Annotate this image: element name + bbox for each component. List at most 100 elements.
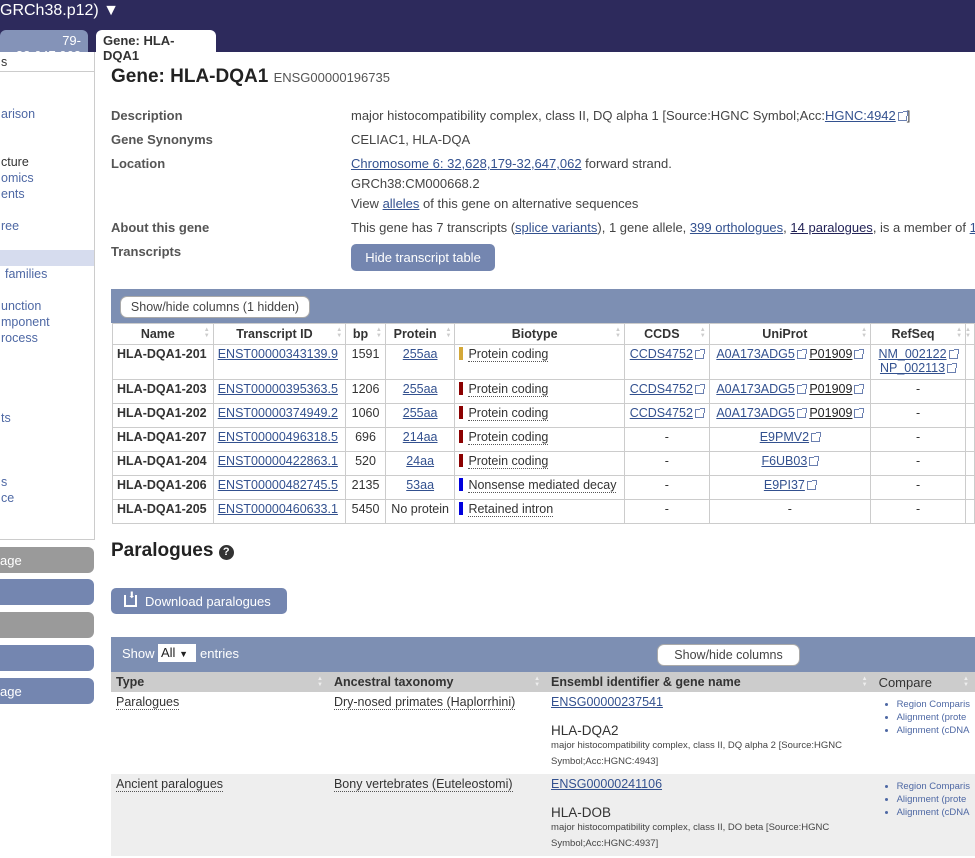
tab-location[interactable]: 79-32,647,062 (0, 30, 88, 63)
biotype-color-bar (459, 406, 464, 419)
transcript-id-link[interactable]: ENST00000343139.9 (218, 347, 338, 361)
transcript-name: HLA-DQA1-202 (112, 403, 214, 428)
transcript-id-link[interactable]: ENST00000496318.5 (218, 430, 338, 444)
show-hide-columns-button[interactable]: Show/hide columns (1 hidden) (120, 296, 310, 318)
refseq-link[interactable]: NP_002113 (880, 361, 945, 375)
sidebar-item[interactable]: rocess (1, 331, 38, 345)
alleles-link[interactable]: alleles (383, 196, 420, 211)
transcript-id-link[interactable]: ENST00000395363.5 (218, 382, 338, 396)
column-header[interactable]: Compare (873, 672, 975, 692)
compare-link[interactable]: Region Comparis (897, 780, 970, 793)
column-header[interactable]: Transcript ID (212, 323, 347, 345)
compare-link[interactable]: Region Comparis (897, 698, 970, 711)
sidebar-item[interactable]: ree (1, 219, 19, 233)
gene-id-link[interactable]: ENSG00000241106 (551, 777, 662, 791)
protein-cell: 255aa (384, 344, 456, 380)
protein-link[interactable]: 53aa (406, 478, 434, 492)
sidebar-button[interactable]: age (0, 678, 94, 704)
column-header[interactable]: Biotype (454, 323, 625, 345)
protein-link[interactable]: 255aa (403, 406, 438, 420)
transcript-id-link[interactable]: ENST00000374949.2 (218, 406, 338, 420)
about-text: This gene has 7 transcripts ( (351, 220, 516, 235)
transcript-id-link[interactable]: ENST00000460633.1 (218, 502, 338, 516)
column-header[interactable]: Ensembl identifier & gene name (546, 672, 874, 692)
clipped-cell (965, 403, 975, 428)
gene-id-link[interactable]: ENSG00000237541 (551, 695, 663, 709)
transcript-id-link[interactable]: ENST00000422863.1 (218, 454, 338, 468)
sidebar-button[interactable] (0, 579, 94, 605)
column-header[interactable]: Type (111, 672, 329, 692)
protein-link[interactable]: 255aa (403, 347, 438, 361)
splice-variants-link[interactable]: splice variants (515, 220, 597, 235)
transcript-id-link[interactable]: ENST00000482745.5 (218, 478, 338, 492)
empty-value: - (915, 454, 921, 468)
location-link[interactable]: Chromosome 6: 32,628,179-32,647,062 (351, 156, 582, 171)
orthologues-link[interactable]: 399 orthologues (690, 220, 783, 235)
refseq-link[interactable]: NM_002122 (878, 347, 946, 361)
species-selector[interactable]: GRCh38.p12) ▼ (0, 2, 119, 20)
uniprot-link[interactable]: E9PMV2 (760, 430, 809, 444)
biotype-cell: Protein coding (454, 379, 625, 404)
protein-cell: No protein (384, 499, 456, 524)
sidebar-item[interactable]: arison (1, 107, 35, 121)
compare-link[interactable]: Alignment (prote (897, 793, 970, 806)
uniprot-link[interactable]: A0A173ADG5 (716, 382, 795, 396)
compare-link[interactable]: Alignment (cDNA (897, 806, 970, 819)
uniprot-link[interactable]: P01909 (809, 347, 852, 361)
ccds-link[interactable]: CCDS4752 (630, 347, 693, 361)
column-header[interactable]: Ancestral taxonomy (328, 672, 547, 692)
sidebar-item[interactable]: ce (1, 491, 14, 505)
type-label: Paralogues (116, 695, 180, 710)
sidebar-item[interactable]: s (1, 475, 7, 489)
uniprot-link[interactable]: A0A173ADG5 (716, 347, 795, 361)
uniprot-link[interactable]: E9PI37 (764, 478, 805, 492)
about-text: ), 1 gene allele, (597, 220, 690, 235)
compare-link[interactable]: Alignment (cDNA (897, 724, 970, 737)
sidebar-item[interactable]: omics (1, 171, 34, 185)
empty-value: - (915, 382, 921, 396)
sidebar-item[interactable]: ts (1, 411, 11, 425)
help-icon[interactable]: ? (218, 545, 234, 560)
uniprot-link[interactable]: P01909 (809, 406, 852, 420)
sidebar-button[interactable] (0, 645, 94, 671)
sidebar-item[interactable]: ents (1, 187, 25, 201)
clipped-cell (965, 499, 975, 524)
uniprot-link[interactable]: A0A173ADG5 (716, 406, 795, 420)
sidebar-selected-row[interactable] (0, 250, 94, 266)
biotype-color-bar (459, 502, 464, 515)
paralogues-link[interactable]: 14 paralogues (790, 220, 872, 235)
protein-link[interactable]: 214aa (403, 430, 438, 444)
column-header[interactable]: Protein (384, 323, 456, 345)
table-row: HLA-DQA1-204 ENST00000422863.1 520 24aa Prot… (112, 451, 975, 476)
paralogues-show-hide-columns-button[interactable]: Show/hide columns (657, 644, 800, 666)
sidebar-item[interactable]: mponent (1, 315, 50, 329)
entries-select[interactable]: All ▼ (158, 644, 196, 662)
taxonomy-label: Bony vertebrates (Euteleostomi) (333, 777, 513, 792)
column-header[interactable]: bp (345, 323, 386, 345)
hgnc-link[interactable]: HGNC:4942 (825, 108, 896, 123)
hide-transcript-table-button[interactable]: Hide transcript table (351, 244, 495, 271)
download-paralogues-button[interactable]: ⬇ Download paralogues (111, 588, 287, 614)
sidebar-button[interactable]: age (0, 547, 94, 573)
column-header[interactable]: UniProt (708, 323, 872, 345)
uniprot-cell: - (708, 499, 872, 524)
uniprot-link[interactable]: F6UB03 (761, 454, 807, 468)
column-header[interactable]: CCDS (623, 323, 710, 345)
tab-gene[interactable]: Gene: HLA-DQA1 (96, 30, 216, 63)
ccds-link[interactable]: CCDS4752 (630, 406, 693, 420)
column-header[interactable]: Name (112, 323, 214, 345)
sidebar-item[interactable]: unction (1, 299, 41, 313)
families-link[interactable]: 1 E (970, 220, 975, 235)
protein-link[interactable]: 24aa (406, 454, 434, 468)
sidebar-item[interactable]: families (5, 267, 47, 281)
compare-link[interactable]: Alignment (prote (897, 711, 970, 724)
protein-cell: 214aa (384, 427, 456, 452)
compare-cell: Region ComparisAlignment (proteAlignment… (874, 692, 975, 774)
column-header[interactable]: RefSeq (870, 323, 967, 345)
sidebar-button[interactable] (0, 612, 94, 638)
uniprot-link[interactable]: P01909 (809, 382, 852, 396)
protein-link[interactable]: 255aa (403, 382, 438, 396)
table-row: Paralogues Dry-nosed primates (Haplorrhin… (111, 692, 975, 774)
show-label: Show (122, 646, 155, 661)
ccds-link[interactable]: CCDS4752 (630, 382, 693, 396)
